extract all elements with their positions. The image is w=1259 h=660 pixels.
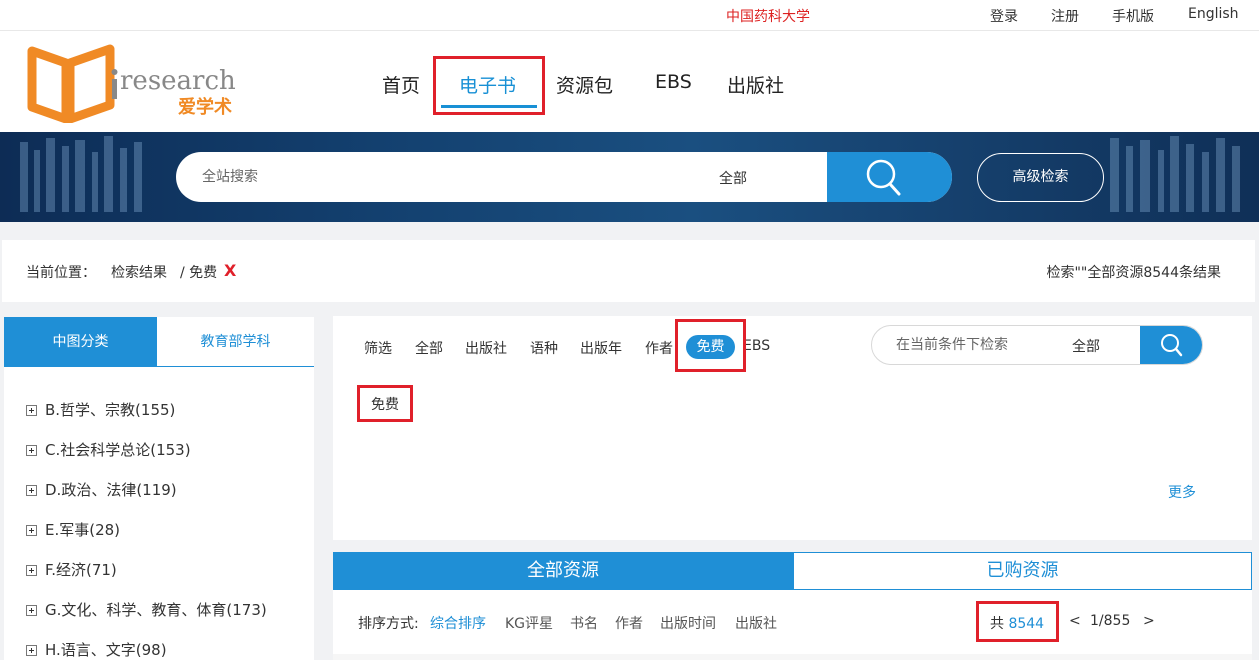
tab-moe-subjects[interactable]: 教育部学科 <box>157 317 314 367</box>
site-search-input[interactable] <box>202 152 682 202</box>
highlight-box-chip <box>357 385 413 422</box>
category-label: H.语言、文字(98) <box>45 641 167 659</box>
filter-search-button[interactable] <box>1140 326 1202 364</box>
more-link[interactable]: 更多 <box>1168 482 1196 502</box>
breadcrumb-search-results[interactable]: 检索结果 <box>111 262 167 282</box>
site-logo[interactable]: research 爱学术 <box>26 43 258 124</box>
category-item[interactable]: E.军事(28) <box>26 519 120 540</box>
expand-plus-icon[interactable] <box>26 645 37 656</box>
highlight-box-nav <box>433 56 545 115</box>
category-label: F.经济(71) <box>45 561 117 579</box>
filter-year[interactable]: 出版年 <box>580 338 622 358</box>
sort-title[interactable]: 书名 <box>570 613 598 633</box>
search-icon <box>1161 334 1183 357</box>
result-summary: 检索""全部资源8544条结果 <box>1046 265 1221 281</box>
category-label: C.社会科学总论(153) <box>45 441 191 459</box>
institution-name: 中国药科大学 <box>726 9 810 25</box>
book-logo-icon: research 爱学术 <box>27 44 236 124</box>
breadcrumb-label: 当前位置： <box>26 265 96 281</box>
category-item[interactable]: D.政治、法律(119) <box>26 479 177 500</box>
filter-ebs[interactable]: EBS <box>743 338 770 354</box>
category-item[interactable]: F.经济(71) <box>26 559 117 580</box>
prev-page-button[interactable]: < <box>1069 613 1081 629</box>
category-label: D.政治、法律(119) <box>45 481 177 499</box>
breadcrumb-current: / 免费 <box>180 265 218 281</box>
mobile-link[interactable]: 手机版 <box>1112 6 1154 26</box>
register-link[interactable]: 注册 <box>1051 6 1079 26</box>
top-bar: 中国药科大学 登录 注册 手机版 English <box>0 0 1259 31</box>
tab-clc-classification[interactable]: 中图分类 <box>4 317 157 367</box>
category-label: B.哲学、宗教(155) <box>45 401 176 419</box>
category-item[interactable]: C.社会科学总论(153) <box>26 439 191 460</box>
filter-search-input[interactable] <box>896 326 1046 364</box>
header: research 爱学术 首页 电子书 资源包 EBS 出版社 <box>0 31 1259 132</box>
category-label: E.军事(28) <box>45 521 121 539</box>
expand-plus-icon[interactable] <box>26 405 37 416</box>
search-icon <box>866 159 901 196</box>
nav-home[interactable]: 首页 <box>382 71 420 98</box>
next-page-button[interactable]: > <box>1143 613 1155 629</box>
expand-plus-icon[interactable] <box>26 605 37 616</box>
sort-publisher[interactable]: 出版社 <box>735 613 777 633</box>
breadcrumb: 当前位置： 检索结果 / 免费 X 检索""全部资源8544条结果 <box>2 240 1255 302</box>
english-link[interactable]: English <box>1188 6 1239 22</box>
filter-publisher[interactable]: 出版社 <box>465 338 507 358</box>
filter-search-box: 全部 <box>871 325 1203 365</box>
filter-label: 筛选 <box>364 341 392 357</box>
highlight-box-total <box>976 601 1059 642</box>
filter-language[interactable]: 语种 <box>530 338 558 358</box>
advanced-search-button[interactable]: 高级检索 <box>977 153 1104 202</box>
logo-text-cn: 爱学术 <box>178 96 232 118</box>
site-search-box: 全部 <box>176 152 952 202</box>
sort-bar: 排序方式: 综合排序 KG评星 书名 作者 出版时间 出版社 共 8544 < … <box>333 590 1252 654</box>
highlight-box-free-filter <box>675 319 746 372</box>
expand-plus-icon[interactable] <box>26 565 37 576</box>
sort-kg-rating[interactable]: KG评星 <box>505 613 553 633</box>
expand-plus-icon[interactable] <box>26 445 37 456</box>
search-button[interactable] <box>827 152 952 202</box>
nav-publishers[interactable]: 出版社 <box>727 71 784 98</box>
page-indicator: 1/855 <box>1090 613 1131 629</box>
category-label: G.文化、科学、教育、体育(173) <box>45 601 267 619</box>
filter-panel: 筛选 全部 出版社 语种 出版年 作者 免费 EBS 免费 更多 全部 <box>333 316 1252 540</box>
nav-ebs[interactable]: EBS <box>655 71 692 93</box>
sort-author[interactable]: 作者 <box>615 613 643 633</box>
filter-search-scope[interactable]: 全部 <box>1072 336 1100 356</box>
filter-author[interactable]: 作者 <box>645 338 673 358</box>
result-tabs: 全部资源 已购资源 <box>333 552 1252 590</box>
sort-default[interactable]: 综合排序 <box>430 613 486 633</box>
sort-publish-date[interactable]: 出版时间 <box>660 613 716 633</box>
remove-filter-button[interactable]: X <box>224 261 236 280</box>
category-sidebar: 中图分类 教育部学科 B.哲学、宗教(155) C.社会科学总论(153) D.… <box>4 317 314 660</box>
logo-text-en: research <box>120 66 236 96</box>
tab-purchased-resources[interactable]: 已购资源 <box>793 552 1252 590</box>
nav-packages[interactable]: 资源包 <box>556 71 613 98</box>
search-scope-select[interactable]: 全部 <box>719 168 747 188</box>
expand-plus-icon[interactable] <box>26 525 37 536</box>
divider <box>333 654 1252 660</box>
expand-plus-icon[interactable] <box>26 485 37 496</box>
search-banner: 全部 高级检索 <box>0 132 1259 222</box>
login-link[interactable]: 登录 <box>990 6 1018 26</box>
category-item[interactable]: G.文化、科学、教育、体育(173) <box>26 599 267 620</box>
filter-all[interactable]: 全部 <box>415 338 443 358</box>
category-item[interactable]: B.哲学、宗教(155) <box>26 399 175 420</box>
tab-all-resources[interactable]: 全部资源 <box>333 552 793 590</box>
category-item[interactable]: H.语言、文字(98) <box>26 639 167 660</box>
sort-label: 排序方式: <box>358 616 419 632</box>
